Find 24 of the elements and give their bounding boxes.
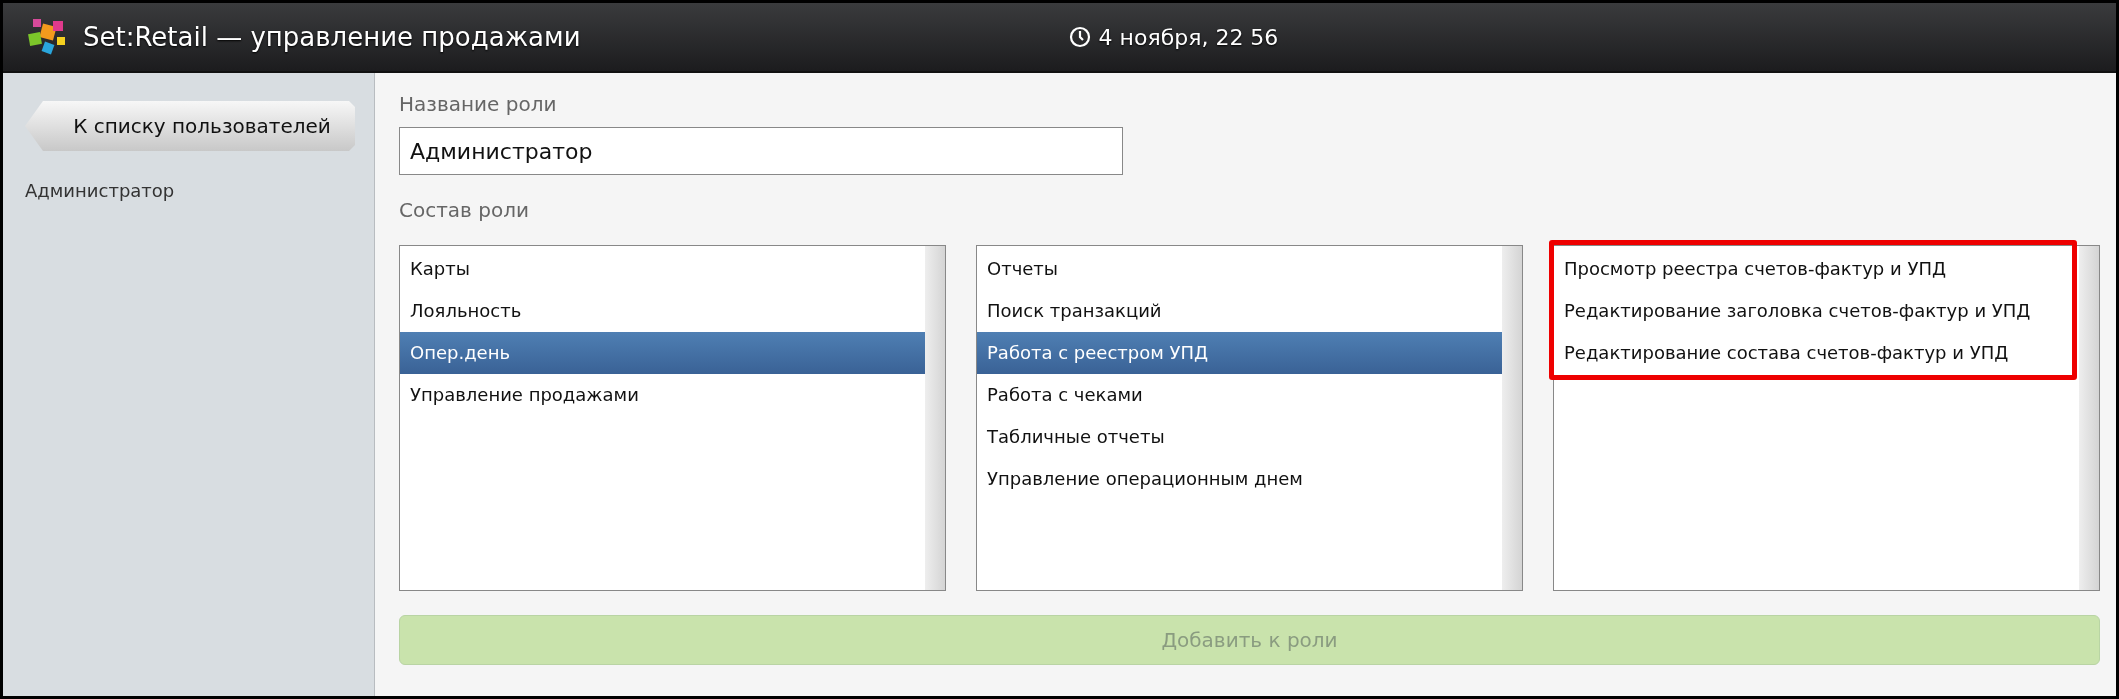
list-item[interactable]: Табличные отчеты xyxy=(977,416,1502,458)
clock-icon xyxy=(1068,26,1091,48)
date-time: 4 ноября, 22 56 xyxy=(1098,23,1279,52)
list-item[interactable]: Управление операционным днем xyxy=(977,458,1502,500)
list-item[interactable]: Работа с реестром УПД xyxy=(977,332,1502,374)
back-button[interactable]: К списку пользователей xyxy=(25,101,355,151)
list-item[interactable]: Работа с чеками xyxy=(977,374,1502,416)
role-name-field[interactable]: Администратор xyxy=(399,127,1123,175)
scrollbar-track[interactable] xyxy=(1502,246,1522,590)
list-item[interactable]: Опер.день xyxy=(400,332,925,374)
role-composition-label: Состав роли xyxy=(399,197,530,224)
scrollbar-track[interactable] xyxy=(2079,246,2099,590)
scrollbar-track[interactable] xyxy=(925,246,945,590)
list-item[interactable]: Управление продажами xyxy=(400,374,925,416)
role-name-label: Название роли xyxy=(399,91,558,118)
list-item[interactable]: Поиск транзакций xyxy=(977,290,1502,332)
list-item[interactable]: Редактирование заголовка счетов-фактур и УПД xyxy=(1554,290,2079,332)
list-item[interactable]: Лояльность xyxy=(400,290,925,332)
user-name: Администратор xyxy=(25,179,176,203)
list-item[interactable]: Редактирование состава счетов-фактур и УПД xyxy=(1554,332,2079,374)
list-item[interactable]: Просмотр реестра счетов-фактур и УПД xyxy=(1554,248,2079,290)
list-item[interactable]: Карты xyxy=(400,248,925,290)
list-item[interactable]: Отчеты xyxy=(977,248,1502,290)
app-title: Set:Retail — управление продажами xyxy=(83,20,581,54)
